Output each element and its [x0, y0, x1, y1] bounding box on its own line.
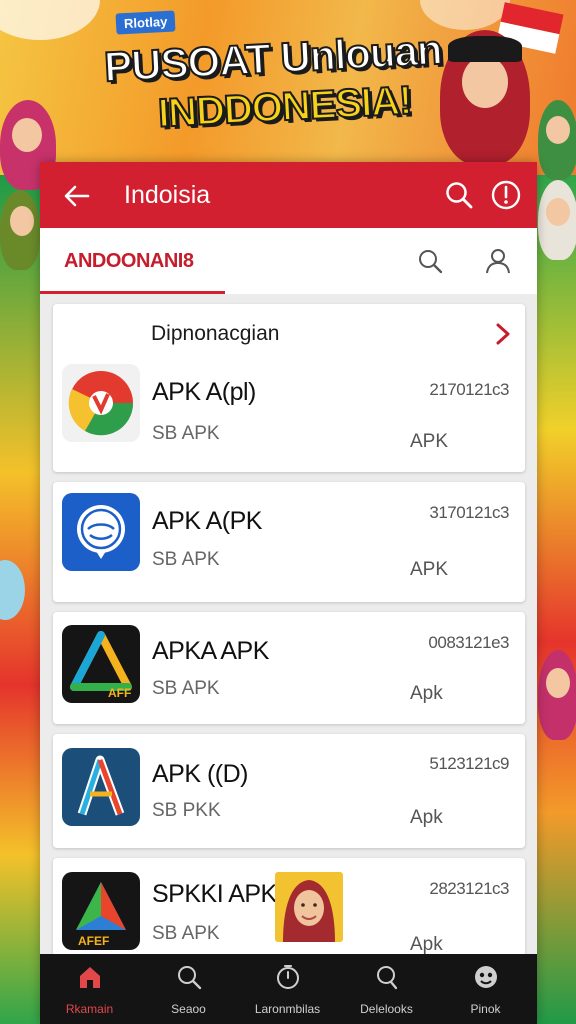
home-icon — [80, 967, 100, 988]
tab-bar: ANDOONANI8 — [40, 228, 537, 294]
nav-item-explore[interactable]: Delelooks — [337, 954, 436, 1024]
app-logo-icon: AFF — [62, 625, 140, 703]
app-card[interactable]: AFF APKA APK SB APK 0083121e3 Apk — [53, 612, 525, 724]
section-title: Dipnonacgian — [151, 322, 280, 345]
app-subtitle: SB APK — [152, 423, 220, 444]
nav-item-timer[interactable]: Laronmbilas — [238, 954, 337, 1024]
search-icon — [178, 966, 202, 990]
svg-text:AFEF: AFEF — [78, 934, 109, 948]
face-icon — [475, 966, 497, 988]
app-number: 2823121c3 — [429, 879, 509, 898]
poster-badge: Rlotlay — [115, 10, 176, 35]
chevron-right-icon[interactable] — [493, 322, 513, 346]
app-name: APK A(pl) — [152, 378, 256, 406]
app-logo-icon — [62, 364, 140, 442]
person-figure — [538, 650, 576, 740]
nav-label: Delelooks — [360, 1002, 413, 1016]
app-number: 0083121e3 — [428, 633, 509, 652]
app-name: APK ((D) — [152, 760, 249, 788]
search-icon[interactable] — [444, 180, 474, 210]
app-number: 5123121c9 — [429, 754, 509, 773]
app-card[interactable]: APK ((D) SB PKK 5123121c9 Apk — [53, 734, 525, 848]
app-logo-icon: AFEF — [62, 872, 140, 950]
app-card[interactable]: APK A(PK SB APK 3170121c3 APK — [53, 482, 525, 602]
app-tag: Apk — [410, 683, 443, 704]
bottom-nav: Rkamain Seaoo Laronmbilas Delelooks Pino… — [40, 954, 537, 1024]
app-card[interactable]: AFEF SPKKI APK SB APK 2823121c3 Apk — [53, 858, 525, 968]
nav-label: Laronmbilas — [254, 1002, 321, 1016]
poster-right-band — [536, 175, 576, 1024]
nav-label: Seaoo — [171, 1002, 206, 1016]
app-tag: Apk — [410, 807, 443, 828]
app-title: Indoisia — [124, 181, 211, 209]
app-tag: APK — [410, 431, 449, 452]
timer-icon — [277, 965, 299, 989]
tab-active[interactable]: ANDOONANI8 — [40, 228, 225, 294]
app-name: APK A(PK — [152, 507, 262, 535]
nav-item-home[interactable]: Rkamain — [40, 954, 139, 1024]
app-number: 2170121c3 — [429, 380, 509, 399]
nav-label: Rkamain — [65, 1002, 114, 1016]
app-screen: Indoisia ANDOONANI8 Dipnonacgian APK A(p… — [40, 162, 537, 1024]
person-figure — [0, 190, 40, 270]
user-icon[interactable] — [484, 247, 512, 275]
app-subtitle: SB APK — [152, 923, 220, 944]
info-icon[interactable] — [490, 179, 522, 211]
person-thumbnail — [275, 872, 343, 942]
nav-item-profile[interactable]: Pinok — [436, 954, 535, 1024]
app-logo-icon — [62, 748, 140, 826]
app-subtitle: SB APK — [152, 549, 220, 570]
svg-text:AFF: AFF — [108, 686, 131, 700]
app-subtitle: SB PKK — [152, 800, 221, 821]
tab-label: ANDOONANI8 — [64, 250, 194, 272]
app-name: SPKKI APK — [152, 880, 277, 908]
person-figure — [538, 180, 576, 260]
nav-item-search[interactable]: Seaoo — [139, 954, 238, 1024]
search-icon — [377, 966, 398, 990]
app-bar: Indoisia — [40, 162, 537, 228]
app-name: APKA APK — [152, 637, 269, 665]
nav-label: Pinok — [470, 1002, 501, 1016]
app-tag: Apk — [410, 934, 443, 955]
person-figure — [538, 100, 576, 180]
search-icon[interactable] — [417, 248, 443, 274]
app-tag: APK — [410, 559, 449, 580]
app-card[interactable]: Dipnonacgian APK A(pl) SB APK 2170121c3 … — [53, 304, 525, 472]
arrow-left-icon[interactable] — [62, 181, 92, 211]
app-number: 3170121c3 — [429, 503, 509, 522]
app-logo-icon — [62, 493, 140, 571]
app-subtitle: SB APK — [152, 678, 220, 699]
